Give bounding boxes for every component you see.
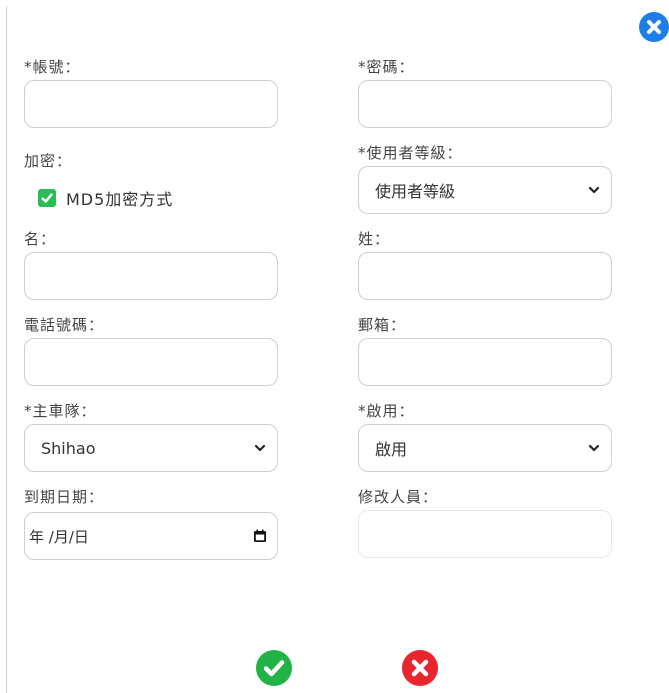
expiry-date-placeholder: 年 /月/日 (29, 527, 89, 546)
phone-input[interactable] (24, 338, 278, 386)
calendar-icon[interactable] (253, 529, 267, 543)
expiry-date-input[interactable]: 年 /月/日 (24, 512, 278, 560)
check-icon (263, 660, 285, 677)
enabled-value: 啟用 (375, 440, 408, 459)
last-name-label: 姓： (358, 230, 391, 248)
modal-border (6, 6, 10, 693)
confirm-button[interactable] (256, 650, 292, 686)
account-input[interactable] (24, 80, 278, 128)
user-level-value: 使用者等級 (375, 182, 456, 201)
user-level-label: *使用者等級： (358, 144, 463, 162)
check-mark-icon (41, 193, 53, 203)
first-name-label: 名： (24, 230, 57, 248)
password-label: *密碼： (358, 58, 415, 76)
expiry-label: 到期日期： (24, 488, 105, 506)
phone-label: 電話號碼： (24, 316, 105, 334)
first-name-input[interactable] (24, 252, 278, 300)
chevron-down-icon (588, 444, 600, 452)
chevron-down-icon (254, 444, 266, 452)
enabled-select[interactable]: 啟用 (358, 424, 612, 472)
main-fleet-label: *主車隊： (24, 402, 97, 420)
encrypt-label: 加密： (24, 152, 73, 170)
modifier-label: 修改人員： (358, 488, 439, 506)
close-button[interactable] (639, 12, 669, 42)
last-name-input[interactable] (358, 252, 612, 300)
md5-checkbox[interactable] (38, 189, 56, 207)
email-input[interactable] (358, 338, 612, 386)
password-input[interactable] (358, 80, 612, 128)
main-fleet-value: Shihao (41, 438, 96, 458)
cancel-button[interactable] (402, 650, 438, 686)
user-level-select[interactable]: 使用者等級 (358, 166, 612, 214)
account-label: *帳號： (24, 58, 81, 76)
enabled-label: *啟用： (358, 402, 415, 420)
close-icon (647, 20, 661, 34)
x-icon (411, 659, 429, 677)
main-fleet-select[interactable]: Shihao (24, 424, 278, 472)
md5-option[interactable]: MD5加密方式 (38, 186, 173, 210)
email-label: 郵箱： (358, 316, 407, 334)
chevron-down-icon (588, 186, 600, 194)
modifier-input (358, 510, 612, 558)
md5-label: MD5加密方式 (66, 190, 174, 209)
